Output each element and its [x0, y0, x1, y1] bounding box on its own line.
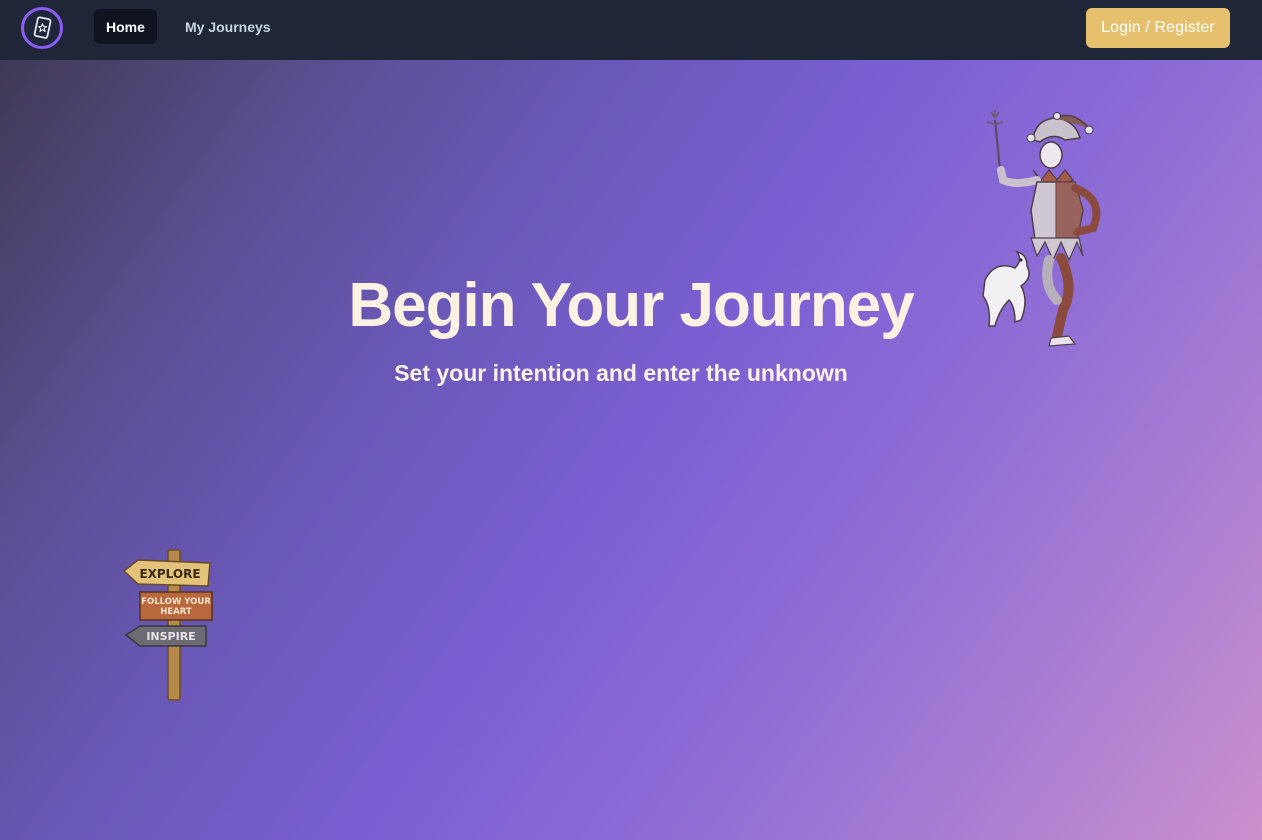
signpost-sign-follow-line2: HEART [160, 607, 192, 617]
signpost-sign-inspire: INSPIRE [146, 630, 195, 643]
signpost-sign-explore: EXPLORE [139, 567, 200, 581]
jester-with-dog-illustration [982, 110, 1101, 347]
signpost-illustration: EXPLORE FOLLOW YOUR HEART INSPIRE [122, 549, 213, 701]
hero-subtitle: Set your intention and enter the unknown [394, 360, 848, 386]
nav-my-journeys-tab[interactable]: My Journeys [173, 9, 283, 44]
top-navbar: Home My Journeys Login / Register [0, 0, 1262, 60]
hero-section: Begin Your Journey Set your intention an… [0, 60, 1262, 840]
signpost-sign-follow-line1: FOLLOW YOUR [141, 597, 211, 607]
nav-home-tab[interactable]: Home [94, 9, 157, 44]
tarot-card-logo-icon[interactable] [21, 7, 63, 49]
login-register-button[interactable]: Login / Register [1086, 8, 1230, 48]
